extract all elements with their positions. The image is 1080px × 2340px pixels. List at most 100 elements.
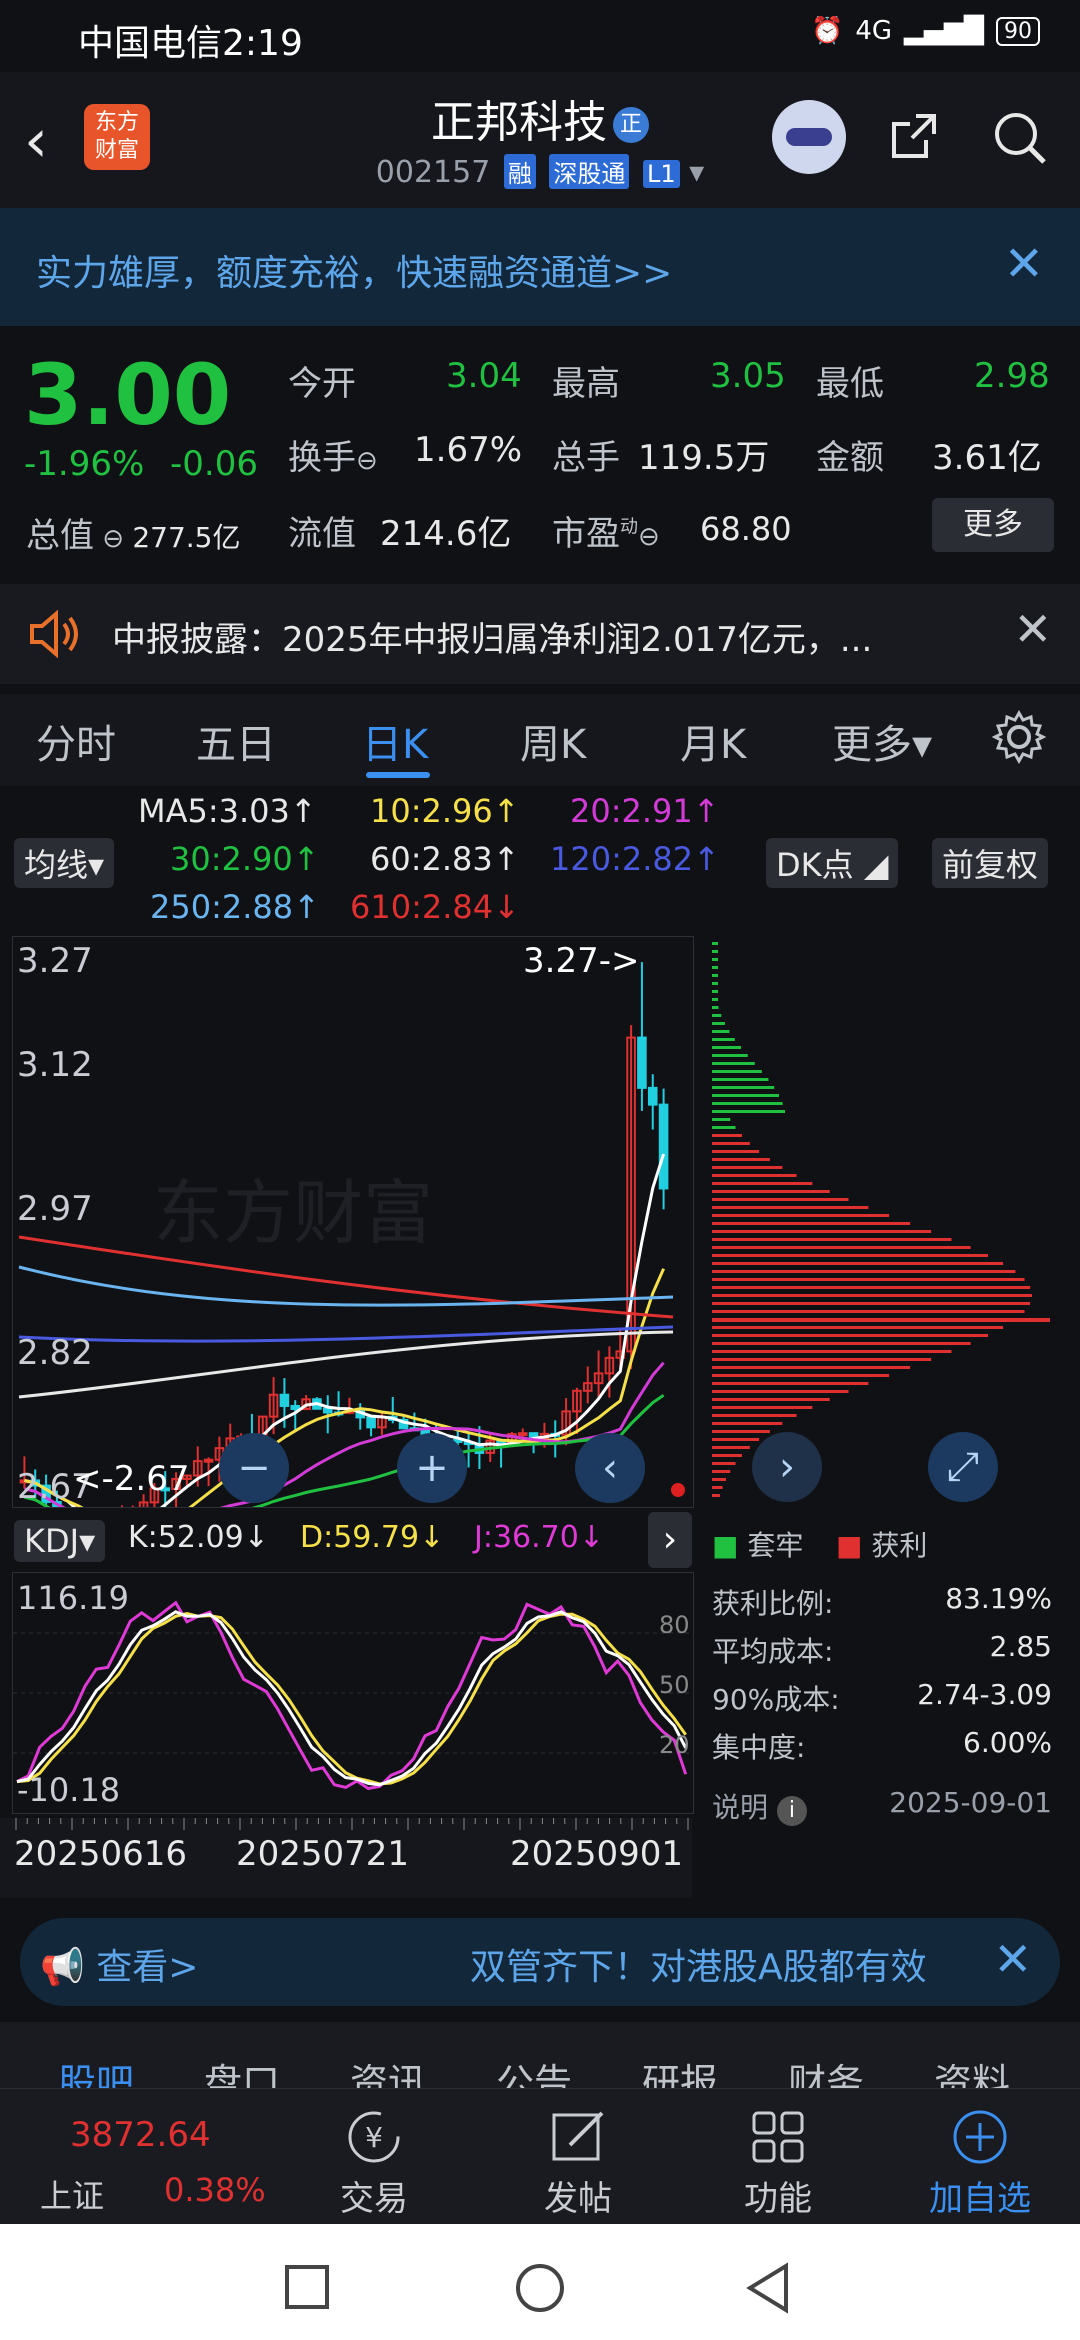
pe-label[interactable]: 市盈动⊖ — [552, 506, 660, 555]
promo-bar[interactable]: 📢 查看> 双管齐下！对港股A股都有效 ✕ — [20, 1918, 1060, 2006]
tab-yuek[interactable]: 月K — [680, 712, 746, 770]
zoom-out-button[interactable]: − — [219, 1433, 289, 1503]
back-nav-icon[interactable] — [744, 2262, 792, 2314]
turnover-value: 1.67% — [414, 430, 523, 470]
subtab-caiwu[interactable]: 财务 — [788, 2052, 864, 2088]
recent-apps-icon[interactable] — [284, 2264, 330, 2310]
index-value[interactable]: 3872.64 — [70, 2115, 211, 2155]
candle-body — [322, 1407, 333, 1414]
chip-bar — [712, 998, 718, 1001]
chip-bar — [712, 1294, 1032, 1297]
close-icon[interactable]: ✕ — [1004, 236, 1044, 292]
tab-more[interactable]: 更多▾ — [832, 712, 932, 770]
dk-point-button[interactable]: DK点 ◢ — [766, 838, 899, 888]
index-pct[interactable]: 0.38% — [164, 2171, 266, 2209]
close-icon[interactable]: ✕ — [993, 1932, 1032, 1986]
candle-body — [290, 1404, 301, 1411]
turnover-label[interactable]: 换手⊖ — [288, 430, 378, 479]
close-icon[interactable]: ✕ — [1013, 602, 1052, 656]
kdj-next-button[interactable]: › — [648, 1512, 692, 1568]
chip-bar — [712, 1326, 1004, 1329]
kline-svg: 东方财富 — [18, 962, 674, 1572]
search-icon[interactable] — [990, 108, 1050, 168]
ma610-value: 610:2.84↓ — [350, 888, 520, 926]
chip-bar — [712, 1430, 770, 1433]
robot-assistant-icon[interactable] — [772, 100, 846, 174]
trade-label[interactable]: 交易 — [304, 2171, 444, 2220]
high-label: 最高 — [552, 364, 620, 404]
status-icons: ⏰ 4G ▂▄▆█ 90 — [811, 16, 1040, 46]
scroll-left-button[interactable]: ‹ — [575, 1433, 645, 1503]
volume-label: 总手 — [552, 438, 620, 478]
chip-bar — [712, 1150, 760, 1153]
candle-body — [366, 1416, 376, 1429]
megaphone-icon: 📢 — [40, 1947, 85, 1988]
add-watchlist-icon[interactable] — [950, 2107, 1010, 2167]
svg-text:¥: ¥ — [365, 2121, 383, 2154]
ma-selector[interactable]: 均线▾ — [14, 838, 115, 888]
subtab-ziliao[interactable]: 资料 — [934, 2052, 1010, 2088]
subtab-pankou[interactable]: 盘口 — [204, 2052, 280, 2088]
kdj-selector[interactable]: KDJ▾ — [14, 1520, 106, 1562]
scroll-right-button[interactable]: › — [752, 1432, 822, 1502]
kdj-d-line — [16, 1612, 687, 1786]
notice-bar[interactable]: 中报披露：2025年中报归属净利润2.017亿元，... ✕ — [0, 584, 1080, 684]
kline-chart[interactable]: 东方财富 3.27 3.12 2.97 2.82 2.67 3.27-> <-2… — [12, 936, 694, 1572]
y-label-top: 3.27 — [17, 941, 93, 981]
ma250-line — [18, 1265, 674, 1307]
subtab-gonggao[interactable]: 公告 — [496, 2052, 572, 2088]
stat-concentration: 集中度: 6.00% — [712, 1726, 1052, 1764]
battery-level: 90 — [996, 16, 1040, 46]
tab-fenshi[interactable]: 分时 — [36, 712, 116, 770]
speaker-icon — [30, 609, 78, 659]
alarm-icon: ⏰ — [810, 16, 844, 46]
index-name[interactable]: 上证 — [40, 2171, 104, 2217]
volume-value: 119.5万 — [638, 438, 770, 478]
financing-banner[interactable]: 实力雄厚，额度充裕，快速融资通道>> ✕ — [0, 208, 1080, 326]
chip-bar — [712, 1246, 971, 1249]
post-edit-icon[interactable] — [548, 2107, 608, 2167]
chip-note-row[interactable]: 说明 i 2025-09-01 — [712, 1786, 1052, 1826]
banner-text: 实力雄厚，额度充裕，快速融资通道>> — [36, 253, 673, 294]
candle-body — [517, 1432, 528, 1437]
chip-bar — [712, 1214, 890, 1217]
chip-bar — [712, 966, 718, 969]
chip-distribution[interactable]: › ⤢ — [710, 936, 1052, 1506]
chip-bar — [712, 1190, 830, 1193]
chip-bar — [712, 1454, 743, 1457]
chip-bar — [712, 1366, 911, 1369]
subtab-guba[interactable]: 股吧 — [58, 2052, 134, 2088]
mktcap-value: 277.5亿 — [132, 521, 241, 554]
zoom-in-button[interactable]: + — [397, 1433, 467, 1503]
y-label-4: 2.82 — [17, 1333, 93, 1373]
expand-icon[interactable]: ⤢ — [928, 1432, 998, 1502]
function-grid-icon[interactable] — [748, 2107, 808, 2167]
subtab-zixun[interactable]: 资讯 — [350, 2052, 426, 2088]
chip-bar — [712, 1126, 736, 1129]
legend-hold: ■ 套牢 — [712, 1529, 804, 1562]
home-icon[interactable] — [514, 2262, 566, 2314]
settings-gear-icon[interactable] — [990, 708, 1048, 766]
post-label[interactable]: 发帖 — [508, 2171, 648, 2220]
more-button[interactable]: 更多 — [932, 498, 1054, 552]
legend-profit: ■ 获利 — [836, 1529, 928, 1562]
network-label: 4G — [855, 16, 893, 46]
chip-bar — [712, 1022, 725, 1025]
y-label-3: 2.97 — [17, 1189, 93, 1229]
signal-icon: ▂▄▆█ — [904, 16, 984, 46]
trade-yen-icon[interactable]: ¥ — [344, 2107, 404, 2167]
share-icon[interactable] — [886, 108, 942, 164]
kdj-chart[interactable]: 116.19 -10.18 80 50 20 — [12, 1572, 694, 1814]
tab-rik[interactable]: 日K — [362, 712, 428, 770]
tab-zhouk[interactable]: 周K — [520, 712, 586, 770]
x-date-2: 20250721 — [236, 1834, 410, 1874]
tab-wuri[interactable]: 五日 — [196, 712, 276, 770]
chip-bar — [712, 1278, 1025, 1281]
function-label[interactable]: 功能 — [708, 2171, 848, 2220]
fuquan-button[interactable]: 前复权 — [932, 838, 1049, 888]
open-value: 3.04 — [446, 356, 522, 396]
promo-left[interactable]: 📢 查看> — [40, 1938, 198, 1990]
sub-tabs: 股吧 盘口 资讯 公告 研报 财务 资料 — [0, 2022, 1080, 2088]
subtab-yanbao[interactable]: 研报 — [642, 2052, 718, 2088]
add-watchlist-label[interactable]: 加自选 — [910, 2171, 1050, 2220]
